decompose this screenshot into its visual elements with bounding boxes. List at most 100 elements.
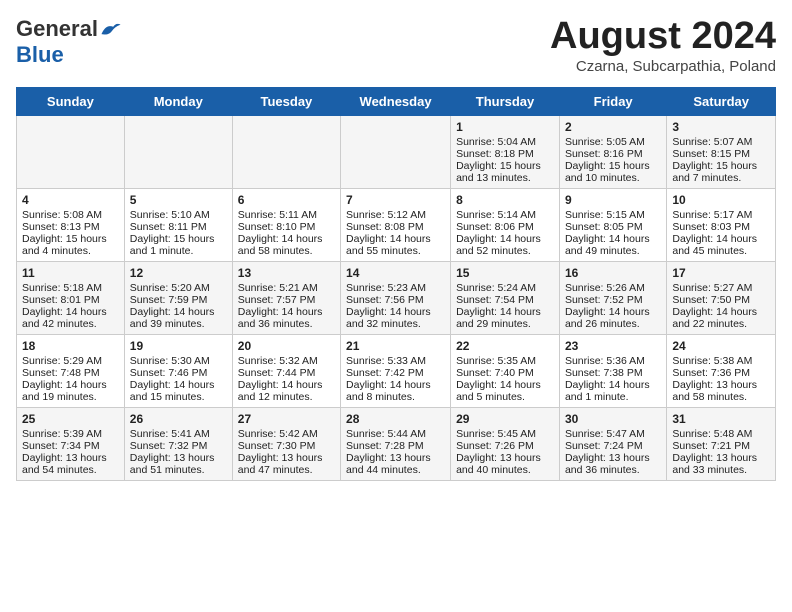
day-content: Sunset: 7:54 PM: [456, 294, 554, 306]
day-content: Sunset: 7:56 PM: [346, 294, 445, 306]
calendar-cell: 18Sunrise: 5:29 AMSunset: 7:48 PMDayligh…: [17, 334, 125, 407]
day-content: Sunrise: 5:23 AM: [346, 282, 445, 294]
weekday-header-tuesday: Tuesday: [232, 87, 340, 115]
day-content: Sunset: 7:59 PM: [130, 294, 227, 306]
day-content: Daylight: 14 hours: [22, 306, 119, 318]
day-content: Sunrise: 5:33 AM: [346, 355, 445, 367]
day-content: Sunrise: 5:32 AM: [238, 355, 335, 367]
day-content: Sunset: 7:28 PM: [346, 440, 445, 452]
day-content: and 12 minutes.: [238, 391, 335, 403]
day-content: Sunrise: 5:39 AM: [22, 428, 119, 440]
day-content: and 8 minutes.: [346, 391, 445, 403]
day-content: Sunrise: 5:20 AM: [130, 282, 227, 294]
day-content: Daylight: 14 hours: [130, 379, 227, 391]
day-content: Sunrise: 5:12 AM: [346, 209, 445, 221]
day-number: 4: [22, 193, 119, 207]
calendar-cell: 14Sunrise: 5:23 AMSunset: 7:56 PMDayligh…: [341, 261, 451, 334]
calendar-cell: 16Sunrise: 5:26 AMSunset: 7:52 PMDayligh…: [559, 261, 666, 334]
day-content: Sunrise: 5:29 AM: [22, 355, 119, 367]
calendar-cell: 12Sunrise: 5:20 AMSunset: 7:59 PMDayligh…: [124, 261, 232, 334]
day-number: 11: [22, 266, 119, 280]
day-content: Sunrise: 5:47 AM: [565, 428, 661, 440]
day-content: Sunrise: 5:07 AM: [672, 136, 770, 148]
calendar-cell: 24Sunrise: 5:38 AMSunset: 7:36 PMDayligh…: [667, 334, 776, 407]
day-content: Sunset: 7:26 PM: [456, 440, 554, 452]
day-content: Daylight: 14 hours: [238, 306, 335, 318]
day-content: Sunset: 8:16 PM: [565, 148, 661, 160]
calendar-cell: 9Sunrise: 5:15 AMSunset: 8:05 PMDaylight…: [559, 188, 666, 261]
day-content: Sunset: 8:06 PM: [456, 221, 554, 233]
calendar-cell: 21Sunrise: 5:33 AMSunset: 7:42 PMDayligh…: [341, 334, 451, 407]
day-content: Daylight: 15 hours: [130, 233, 227, 245]
day-content: Daylight: 14 hours: [456, 233, 554, 245]
day-content: Sunrise: 5:26 AM: [565, 282, 661, 294]
day-content: Daylight: 14 hours: [346, 379, 445, 391]
logo-bird-icon: [100, 20, 122, 38]
calendar-cell: 31Sunrise: 5:48 AMSunset: 7:21 PMDayligh…: [667, 407, 776, 480]
day-content: Sunrise: 5:36 AM: [565, 355, 661, 367]
calendar-cell: 7 Sunrise: 5:12 AMSunset: 8:08 PMDaylight…: [341, 188, 451, 261]
day-content: Daylight: 14 hours: [565, 233, 661, 245]
day-content: Sunset: 8:10 PM: [238, 221, 335, 233]
day-content: and 7 minutes.: [672, 172, 770, 184]
day-content: Daylight: 13 hours: [672, 452, 770, 464]
calendar-cell: 8Sunrise: 5:14 AMSunset: 8:06 PMDaylight…: [451, 188, 560, 261]
logo: General Blue: [16, 16, 122, 68]
day-content: Sunrise: 5:14 AM: [456, 209, 554, 221]
day-number: 19: [130, 339, 227, 353]
day-number: 31: [672, 412, 770, 426]
day-content: Sunrise: 5:17 AM: [672, 209, 770, 221]
day-number: 24: [672, 339, 770, 353]
day-content: and 58 minutes.: [238, 245, 335, 257]
month-year-title: August 2024: [550, 16, 776, 58]
calendar-week-row: 11Sunrise: 5:18 AMSunset: 8:01 PMDayligh…: [17, 261, 776, 334]
logo-general-text: General: [16, 16, 98, 42]
calendar-cell: 30Sunrise: 5:47 AMSunset: 7:24 PMDayligh…: [559, 407, 666, 480]
day-content: Daylight: 13 hours: [22, 452, 119, 464]
day-content: and 39 minutes.: [130, 318, 227, 330]
day-content: Daylight: 13 hours: [672, 379, 770, 391]
day-number: 28: [346, 412, 445, 426]
day-content: Sunset: 7:44 PM: [238, 367, 335, 379]
calendar-cell: 17Sunrise: 5:27 AMSunset: 7:50 PMDayligh…: [667, 261, 776, 334]
day-content: Sunset: 7:40 PM: [456, 367, 554, 379]
day-content: Daylight: 14 hours: [22, 379, 119, 391]
day-content: Sunset: 7:50 PM: [672, 294, 770, 306]
calendar-cell: 13Sunrise: 5:21 AMSunset: 7:57 PMDayligh…: [232, 261, 340, 334]
calendar-cell: 28Sunrise: 5:44 AMSunset: 7:28 PMDayligh…: [341, 407, 451, 480]
day-content: Daylight: 14 hours: [346, 306, 445, 318]
day-content: Sunrise: 5:24 AM: [456, 282, 554, 294]
day-content: and 47 minutes.: [238, 464, 335, 476]
day-content: Daylight: 14 hours: [238, 233, 335, 245]
day-content: Sunset: 8:03 PM: [672, 221, 770, 233]
calendar-cell: 27Sunrise: 5:42 AMSunset: 7:30 PMDayligh…: [232, 407, 340, 480]
day-number: 17: [672, 266, 770, 280]
day-content: Sunset: 8:08 PM: [346, 221, 445, 233]
title-block: August 2024 Czarna, Subcarpathia, Poland: [550, 16, 776, 75]
day-content: and 45 minutes.: [672, 245, 770, 257]
day-number: 5: [130, 193, 227, 207]
calendar-cell: 11Sunrise: 5:18 AMSunset: 8:01 PMDayligh…: [17, 261, 125, 334]
day-content: and 36 minutes.: [565, 464, 661, 476]
day-content: Daylight: 14 hours: [456, 379, 554, 391]
day-content: and 13 minutes.: [456, 172, 554, 184]
day-content: Daylight: 14 hours: [565, 306, 661, 318]
weekday-header-wednesday: Wednesday: [341, 87, 451, 115]
day-content: and 40 minutes.: [456, 464, 554, 476]
day-content: Daylight: 15 hours: [672, 160, 770, 172]
day-content: Sunrise: 5:15 AM: [565, 209, 661, 221]
day-content: and 58 minutes.: [672, 391, 770, 403]
day-content: Daylight: 14 hours: [346, 233, 445, 245]
day-content: Sunrise: 5:08 AM: [22, 209, 119, 221]
day-content: Sunrise: 5:38 AM: [672, 355, 770, 367]
day-content: Daylight: 13 hours: [346, 452, 445, 464]
day-content: and 55 minutes.: [346, 245, 445, 257]
day-content: and 54 minutes.: [22, 464, 119, 476]
day-content: Sunset: 7:42 PM: [346, 367, 445, 379]
day-content: and 1 minute.: [565, 391, 661, 403]
day-number: 7: [346, 193, 445, 207]
page-header: General Blue August 2024 Czarna, Subcarp…: [16, 16, 776, 75]
day-content: Daylight: 15 hours: [456, 160, 554, 172]
day-number: 26: [130, 412, 227, 426]
day-content: Sunrise: 5:42 AM: [238, 428, 335, 440]
